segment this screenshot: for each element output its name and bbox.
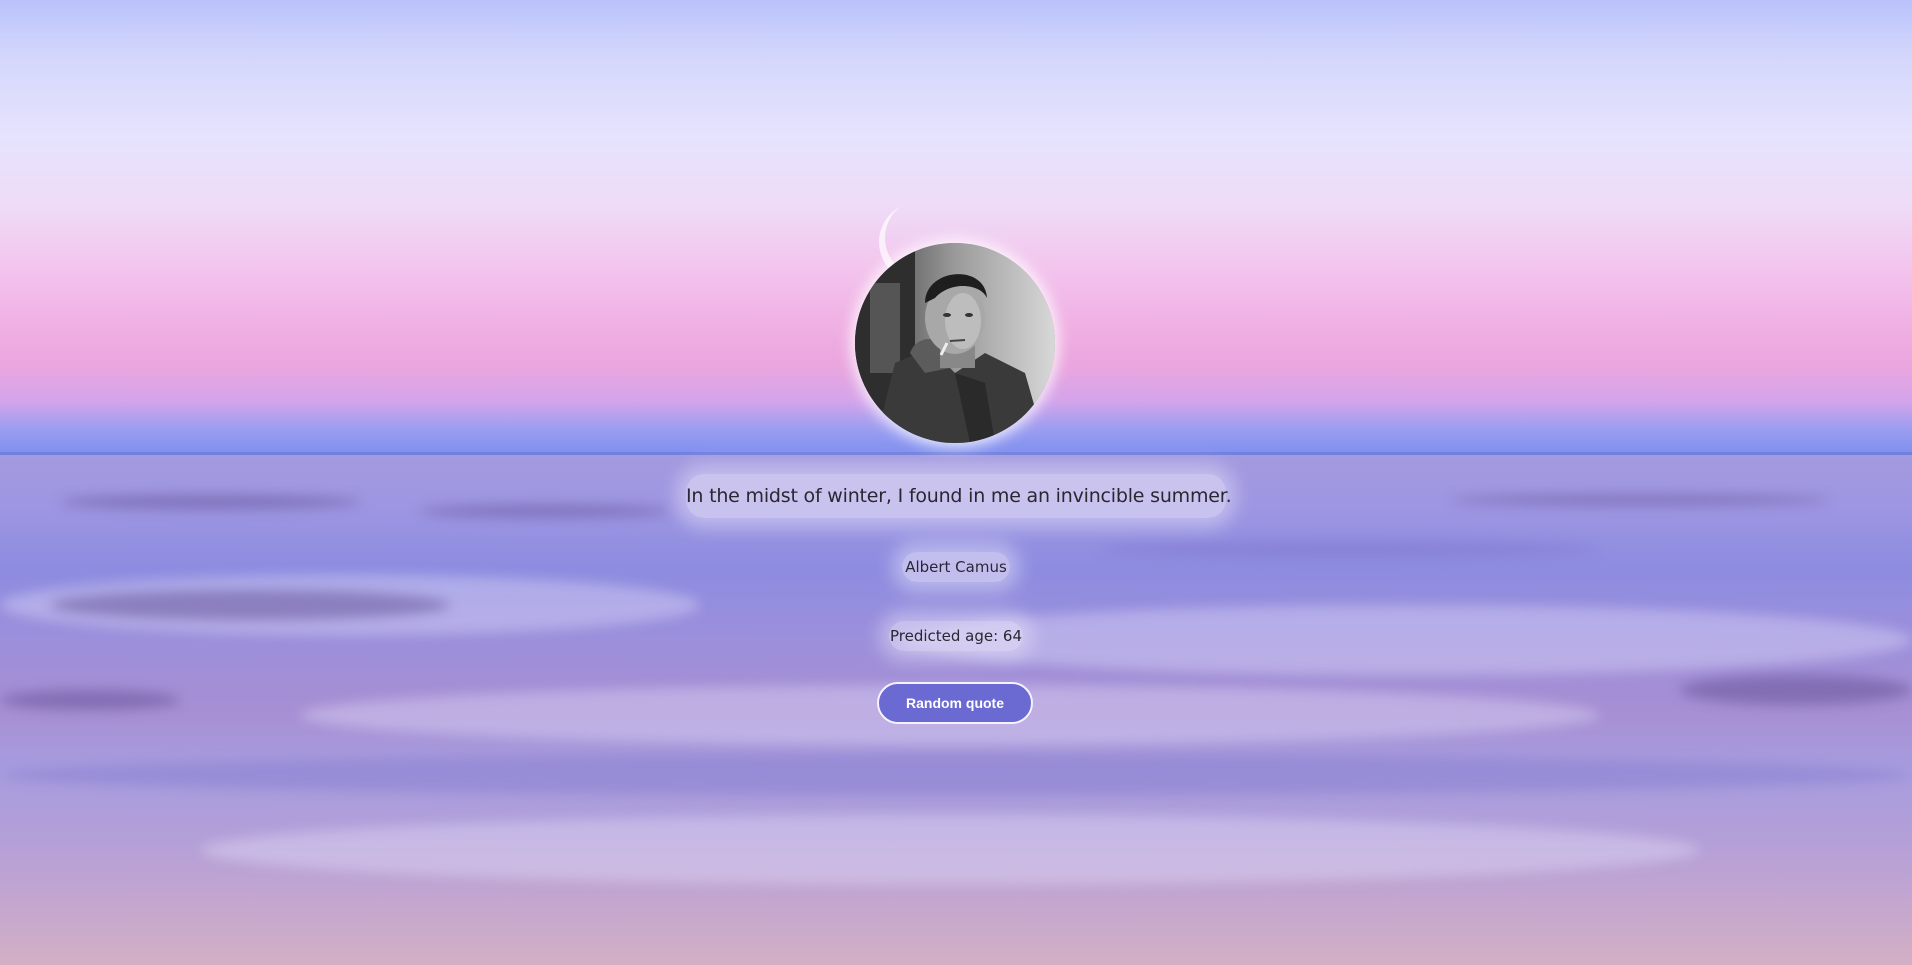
predicted-age: Predicted age: 64	[889, 621, 1023, 651]
random-quote-button[interactable]: Random quote	[877, 682, 1033, 724]
quote-author: Albert Camus	[902, 552, 1010, 582]
author-portrait	[855, 243, 1055, 443]
quote-text: In the midst of winter, I found in me an…	[686, 474, 1232, 518]
quote-card-area: In the midst of winter, I found in me an…	[0, 0, 1912, 965]
portrait-image	[855, 243, 1055, 443]
